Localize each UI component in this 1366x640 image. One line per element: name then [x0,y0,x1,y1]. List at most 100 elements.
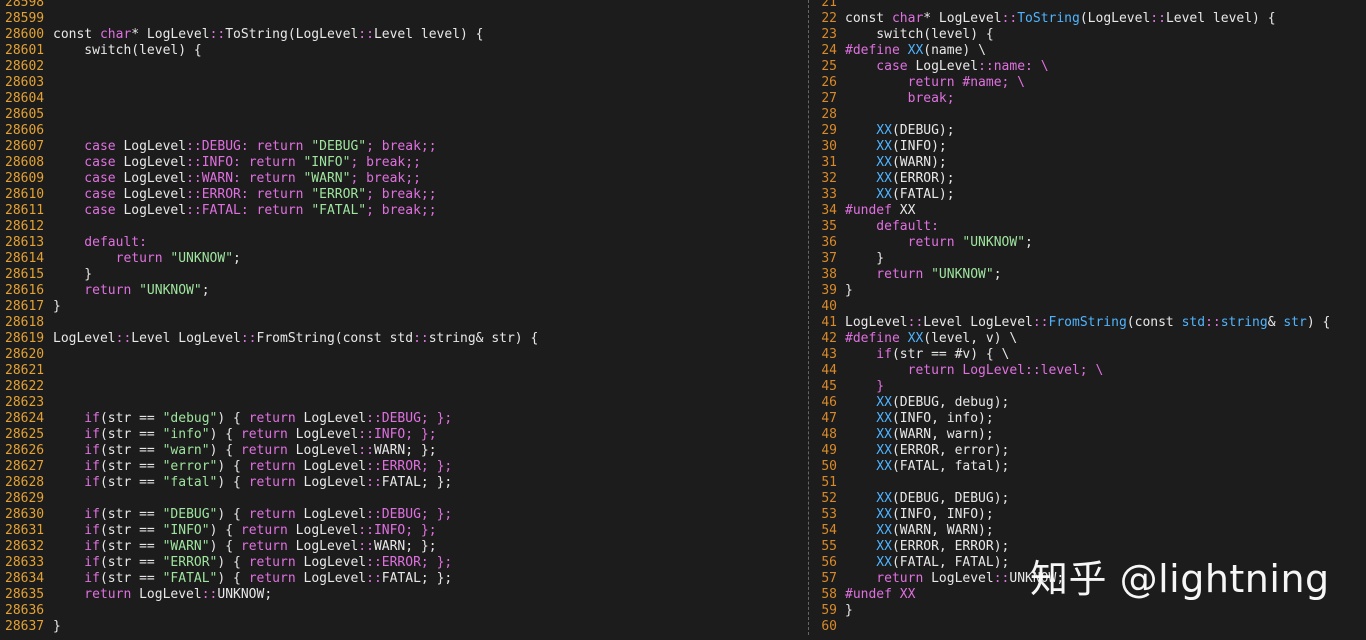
code-line[interactable]: 28598 [0,0,806,11]
code-text[interactable]: case LogLevel::name: \ [845,59,1048,75]
code-text[interactable]: #undef XX [845,203,915,219]
code-line[interactable]: 44 return LogLevel::level; \ [817,363,1366,379]
code-line[interactable]: 41 LogLevel::Level LogLevel::FromString(c… [817,315,1366,331]
code-text[interactable]: switch(level) { [50,43,201,59]
code-line[interactable]: 35 default: [817,219,1366,235]
code-line[interactable]: 46 XX(DEBUG, debug); [817,395,1366,411]
code-text[interactable]: if(str == "error") { return LogLevel::ER… [50,459,452,475]
code-text[interactable]: default: [845,219,939,235]
code-text[interactable]: if(str == "WARN") { return LogLevel::WAR… [50,539,436,555]
code-text[interactable]: #undef XX [845,587,915,603]
code-text[interactable]: case LogLevel::DEBUG: return "DEBUG"; br… [50,139,436,155]
code-line[interactable]: 28621 [0,363,806,379]
code-text[interactable]: return #name; \ [845,75,1025,91]
code-line[interactable]: 28633 if(str == "ERROR") { return LogLev… [0,555,806,571]
code-text[interactable]: if(str == #v) { \ [845,347,1009,363]
code-line[interactable]: 28628 if(str == "fatal") { return LogLev… [0,475,806,491]
code-line[interactable]: 28608 case LogLevel::INFO: return "INFO"… [0,155,806,171]
code-text[interactable]: return LogLevel::level; \ [845,363,1104,379]
code-line[interactable]: 60 [817,619,1366,635]
code-text[interactable]: if(str == "DEBUG") { return LogLevel::DE… [50,507,452,523]
code-line[interactable]: 39} [817,283,1366,299]
code-line[interactable]: 28622 [0,379,806,395]
code-line[interactable]: 23 switch(level) { [817,27,1366,43]
code-text[interactable]: XX(FATAL, fatal); [845,459,1009,475]
code-text[interactable]: } [50,299,61,315]
code-line[interactable]: 28611 case LogLevel::FATAL: return "FATA… [0,203,806,219]
code-line[interactable]: 28629 [0,491,806,507]
code-line[interactable]: 31 XX(WARN); [817,155,1366,171]
code-text[interactable]: #define XX(name) \ [845,43,986,59]
code-text[interactable]: return "UNKNOW"; [845,267,1001,283]
code-line[interactable]: 37 } [817,251,1366,267]
left-code-pane[interactable]: 28598 28599 28600 const char* LogLevel::ToS… [0,0,806,640]
code-line[interactable]: 28609 case LogLevel::WARN: return "WARN"… [0,171,806,187]
code-text[interactable]: case LogLevel::WARN: return "WARN"; brea… [50,171,421,187]
code-line[interactable]: 33 XX(FATAL); [817,187,1366,203]
code-line[interactable]: 43 if(str == #v) { \ [817,347,1366,363]
code-text[interactable]: XX(ERROR); [845,171,954,187]
code-text[interactable]: XX(INFO); [845,139,946,155]
code-line[interactable]: 28616 return "UNKNOW"; [0,283,806,299]
code-line[interactable]: 25 case LogLevel::name: \ [817,59,1366,75]
code-line[interactable]: 28627 if(str == "error") { return LogLev… [0,459,806,475]
code-text[interactable]: XX(WARN, warn); [845,427,993,443]
code-line[interactable]: 28631 if(str == "INFO") { return LogLeve… [0,523,806,539]
code-text[interactable]: XX(INFO, INFO); [845,507,993,523]
code-text[interactable]: return LogLevel::UNKNOW; [50,587,272,603]
code-line[interactable]: 28626 if(str == "warn") { return LogLeve… [0,443,806,459]
code-text[interactable]: } [845,283,853,299]
code-text[interactable]: if(str == "fatal") { return LogLevel::FA… [50,475,452,491]
code-text[interactable]: break; [845,91,955,107]
code-text[interactable]: case LogLevel::FATAL: return "FATAL"; br… [50,203,436,219]
code-line[interactable]: 26 return #name; \ [817,75,1366,91]
code-text[interactable]: XX(FATAL, FATAL); [845,555,1009,571]
code-text[interactable]: const char* LogLevel::ToString(LogLevel:… [845,11,1276,27]
code-line[interactable]: 24 #define XX(name) \ [817,43,1366,59]
code-text[interactable]: XX(INFO, info); [845,411,993,427]
code-text[interactable]: case LogLevel::ERROR: return "ERROR"; br… [50,187,436,203]
code-text[interactable]: if(str == "ERROR") { return LogLevel::ER… [50,555,452,571]
code-line[interactable]: 28 [817,107,1366,123]
code-text[interactable]: XX(DEBUG); [845,123,954,139]
code-line[interactable]: 28601 switch(level) { [0,43,806,59]
code-line[interactable]: 50 XX(FATAL, fatal); [817,459,1366,475]
code-text[interactable]: } [50,619,61,635]
code-line[interactable]: 38 return "UNKNOW"; [817,267,1366,283]
code-text[interactable]: } [845,251,884,267]
code-line[interactable]: 28603 [0,75,806,91]
code-line[interactable]: 28618 [0,315,806,331]
code-line[interactable]: 28617} [0,299,806,315]
code-text[interactable]: XX(ERROR, error); [845,443,1009,459]
code-line[interactable]: 28613 default: [0,235,806,251]
code-line[interactable]: 51 [817,475,1366,491]
code-line[interactable]: 42 #define XX(level, v) \ [817,331,1366,347]
code-text[interactable]: LogLevel::Level LogLevel::FromString(con… [50,331,538,347]
code-text[interactable]: if(str == "INFO") { return LogLevel::INF… [50,523,436,539]
code-line[interactable]: 28635 return LogLevel::UNKNOW; [0,587,806,603]
code-text[interactable]: } [845,603,853,619]
code-text[interactable]: return "UNKNOW"; [50,283,209,299]
code-text[interactable]: if(str == "debug") { return LogLevel::DE… [50,411,452,427]
code-text[interactable]: #define XX(level, v) \ [845,331,1017,347]
code-line[interactable]: 21 [817,0,1366,11]
code-line[interactable]: 28632 if(str == "WARN") { return LogLeve… [0,539,806,555]
code-text[interactable]: XX(DEBUG, DEBUG); [845,491,1009,507]
code-text[interactable]: XX(WARN, WARN); [845,523,993,539]
code-line[interactable]: 28610 case LogLevel::ERROR: return "ERRO… [0,187,806,203]
code-line[interactable]: 28602 [0,59,806,75]
code-line[interactable]: 28624 if(str == "debug") { return LogLev… [0,411,806,427]
code-line[interactable]: 29 XX(DEBUG); [817,123,1366,139]
code-text[interactable]: XX(DEBUG, debug); [845,395,1009,411]
code-line[interactable]: 28619 LogLevel::Level LogLevel::FromStrin… [0,331,806,347]
code-line[interactable]: 36 return "UNKNOW"; [817,235,1366,251]
code-text[interactable]: if(str == "info") { return LogLevel::INF… [50,427,436,443]
code-line[interactable]: 22 const char* LogLevel::ToString(LogLeve… [817,11,1366,27]
right-code-pane[interactable]: 21 22 const char* LogLevel::ToString(LogLe… [817,0,1366,640]
code-line[interactable]: 28623 [0,395,806,411]
code-line[interactable]: 53 XX(INFO, INFO); [817,507,1366,523]
code-line[interactable]: 28637} [0,619,806,635]
code-line[interactable]: 52 XX(DEBUG, DEBUG); [817,491,1366,507]
code-line[interactable]: 49 XX(ERROR, error); [817,443,1366,459]
code-line[interactable]: 40 [817,299,1366,315]
